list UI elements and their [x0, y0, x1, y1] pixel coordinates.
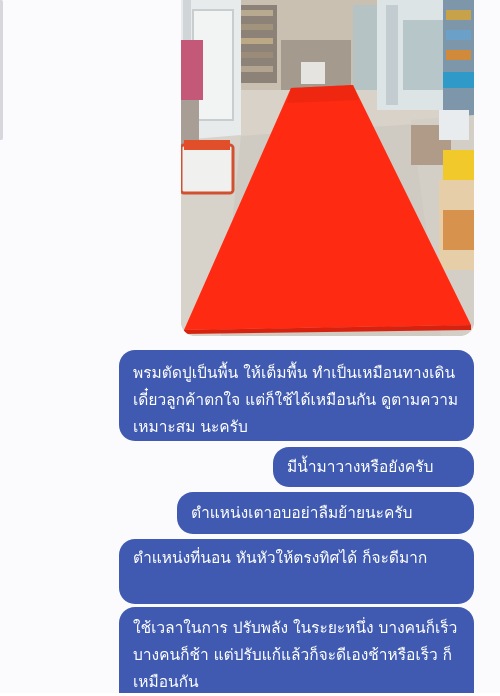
message-bubble[interactable]: ตำแหน่งที่นอน หันหัวให้ตรงทิศได้ ก็จะดีม… [119, 539, 474, 604]
message-bubble[interactable]: ตำแหน่งเตาอบอย่าลืมย้ายนะครับ [177, 492, 474, 534]
scroll-indicator[interactable] [0, 0, 3, 140]
photo-attachment[interactable] [181, 0, 474, 336]
chat-conversation: พรมตัดปูเป็นพื้น ให้เต็มพื้น ทำเป็นเหมือ… [0, 0, 500, 693]
message-bubble[interactable]: พรมตัดปูเป็นพื้น ให้เต็มพื้น ทำเป็นเหมือ… [119, 350, 474, 441]
shop-carpet-photo [181, 0, 474, 336]
message-bubble[interactable]: มีน้ำมาวางหรือยังครับ [273, 447, 474, 487]
message-bubble[interactable]: ใช้เวลาในการ ปรับพลัง ในระยะหนึ่ง บางคนก… [119, 607, 474, 693]
